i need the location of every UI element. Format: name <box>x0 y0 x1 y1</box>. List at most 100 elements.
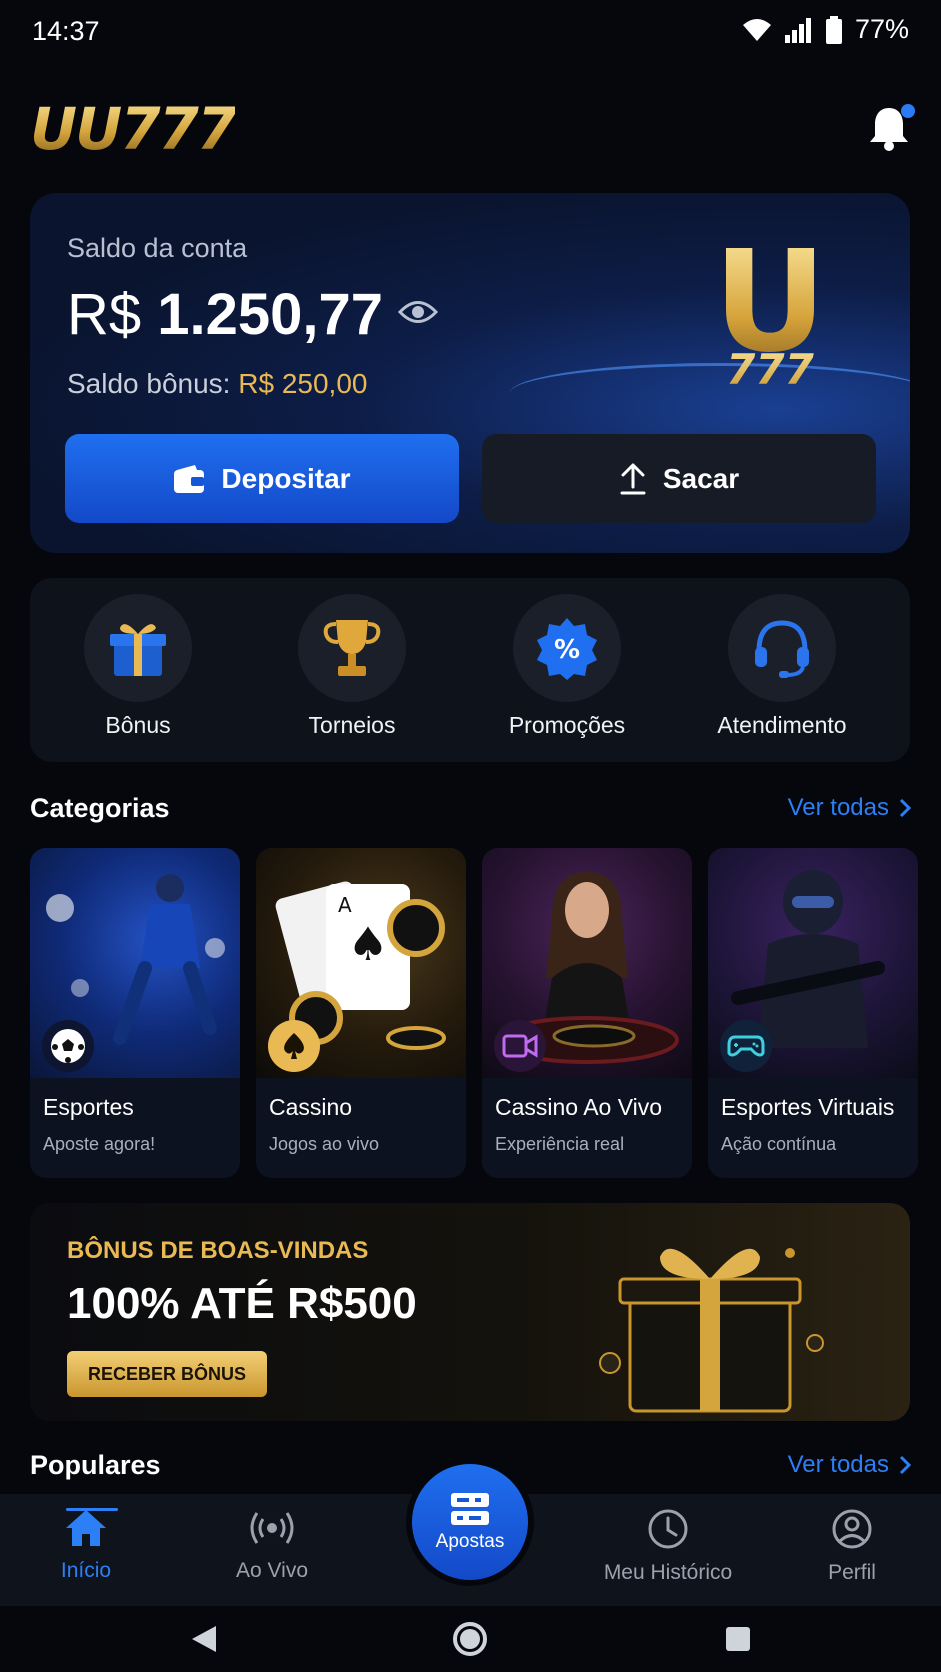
quick-action-promotions[interactable]: % Promoções <box>467 594 667 739</box>
nav-bets-button[interactable]: Apostas <box>412 1464 528 1580</box>
notification-dot <box>901 104 915 118</box>
category-subtitle: Ação contínua <box>721 1134 837 1154</box>
balance-label: Saldo da conta <box>67 233 248 263</box>
card-logo-777: 777 <box>700 345 840 394</box>
bonus-amount: R$ 250,00 <box>238 368 368 399</box>
svg-text:A: A <box>338 893 352 917</box>
notifications-button[interactable] <box>867 104 915 152</box>
withdraw-button[interactable]: Sacar <box>482 434 876 523</box>
welcome-bonus-banner[interactable]: BÔNUS DE BOAS-VINDAS 100% ATÉ R$500 RECE… <box>30 1203 910 1421</box>
ticket-icon <box>451 1493 489 1525</box>
balance-value: 1.250,77 <box>157 282 384 347</box>
quick-action-label: Torneios <box>308 712 396 738</box>
category-name: Cassino Ao Vivo <box>495 1094 663 1120</box>
user-icon <box>832 1509 872 1549</box>
nav-profile[interactable]: Perfil <box>772 1508 932 1585</box>
back-icon[interactable] <box>190 1624 218 1654</box>
category-name: Cassino <box>269 1094 353 1120</box>
eye-icon[interactable] <box>398 299 438 325</box>
battery-percent: 77% <box>854 14 909 44</box>
quick-action-tournaments[interactable]: Torneios <box>252 594 452 739</box>
quick-action-label: Atendimento <box>717 712 847 738</box>
sports-badge <box>42 1020 94 1072</box>
status-bar: 14:37 77% <box>0 0 941 64</box>
chevron-right-icon <box>899 798 911 818</box>
category-card-sports[interactable]: Esportes Aposte agora! <box>30 848 240 1178</box>
quick-action-bonus[interactable]: Bônus <box>38 594 238 739</box>
wallet-icon <box>174 464 205 493</box>
nav-label: Início <box>60 1559 112 1582</box>
live-casino-badge <box>494 1020 546 1072</box>
nav-label: Ao Vivo <box>236 1559 308 1582</box>
promo-title: 100% ATÉ R$500 <box>67 1279 417 1328</box>
virtual-sports-badge <box>720 1020 772 1072</box>
headset-icon <box>755 620 809 678</box>
category-card-casino[interactable]: ♠ A Cassino Jogos ao vivo <box>256 848 466 1178</box>
gift-box-illustration <box>599 1248 824 1413</box>
chevron-right-icon <box>899 1455 911 1475</box>
spade-icon <box>284 1033 304 1059</box>
category-subtitle: Aposte agora! <box>43 1134 156 1154</box>
categories-see-all-link[interactable]: Ver todas <box>788 794 911 822</box>
video-camera-icon <box>502 1034 538 1058</box>
deposit-label: Depositar <box>221 462 351 494</box>
bonus-label: Saldo bônus: <box>67 368 231 399</box>
home-circle-icon[interactable] <box>452 1621 488 1657</box>
category-name: Esportes Virtuais <box>721 1094 895 1120</box>
svg-text:♠: ♠ <box>347 917 388 971</box>
svg-text:%: % <box>554 635 580 665</box>
see-all-label: Ver todas <box>787 1451 889 1478</box>
withdraw-label: Sacar <box>662 462 740 494</box>
nav-live[interactable]: Ao Vivo <box>192 1508 352 1583</box>
trophy-icon <box>323 620 381 676</box>
quick-action-label: Bônus <box>105 712 171 738</box>
bonus-balance: Saldo bônus: R$ 250,00 <box>67 368 367 400</box>
quick-action-circle: % <box>513 594 621 702</box>
see-all-label: Ver todas <box>787 794 889 821</box>
category-name: Esportes <box>43 1094 134 1120</box>
popular-title: Populares <box>30 1450 161 1480</box>
casino-badge <box>268 1020 320 1072</box>
categories-title: Categorias <box>30 793 170 823</box>
active-indicator <box>66 1508 118 1511</box>
nav-home[interactable]: Início <box>6 1508 166 1583</box>
nav-history[interactable]: Meu Histórico <box>588 1508 748 1585</box>
deposit-button[interactable]: Depositar <box>65 434 459 523</box>
balance-card: Saldo da conta R$ 1.250,77 Saldo bônus: … <box>30 193 910 553</box>
system-navigation-bar <box>0 1606 941 1672</box>
signal-icon <box>784 17 811 43</box>
quick-action-support[interactable]: Atendimento <box>682 594 882 739</box>
nav-bets-label: Apostas <box>435 1531 505 1552</box>
claim-bonus-button[interactable]: RECEBER BÔNUS <box>67 1351 267 1397</box>
live-broadcast-icon <box>250 1512 294 1544</box>
battery-icon <box>825 15 842 44</box>
popular-see-all-link[interactable]: Ver todas <box>788 1451 911 1479</box>
clock-icon <box>648 1509 688 1549</box>
gamepad-icon <box>727 1035 765 1057</box>
home-icon <box>66 1510 106 1546</box>
category-card-virtual-sports[interactable]: Esportes Virtuais Ação contínua <box>708 848 918 1178</box>
quick-actions-panel: Bônus Torneios % Promoções Atendimento <box>30 578 910 762</box>
nav-label: Perfil <box>828 1561 876 1584</box>
gift-icon <box>110 624 166 676</box>
nav-label: Meu Histórico <box>603 1561 733 1584</box>
upload-arrow-icon <box>620 463 646 494</box>
percent-badge-icon: % <box>537 618 597 680</box>
app-logo: UU777 <box>30 95 237 163</box>
recents-icon[interactable] <box>724 1625 752 1653</box>
balance-currency: R$ <box>67 282 142 347</box>
category-subtitle: Experiência real <box>495 1134 625 1154</box>
promo-kicker: BÔNUS DE BOAS-VINDAS <box>67 1237 369 1264</box>
quick-action-circle <box>84 594 192 702</box>
soccer-ball-icon <box>51 1029 85 1063</box>
status-time: 14:37 <box>32 16 100 46</box>
balance-amount: R$ 1.250,77 <box>67 281 383 348</box>
wifi-icon <box>742 18 771 41</box>
status-icons: 77% <box>741 14 909 45</box>
quick-action-circle <box>298 594 406 702</box>
category-subtitle: Jogos ao vivo <box>269 1134 380 1154</box>
category-card-live-casino[interactable]: Cassino Ao Vivo Experiência real <box>482 848 692 1178</box>
card-brand-logo: U 777 <box>690 233 850 403</box>
quick-action-circle <box>728 594 836 702</box>
quick-action-label: Promoções <box>508 712 626 738</box>
